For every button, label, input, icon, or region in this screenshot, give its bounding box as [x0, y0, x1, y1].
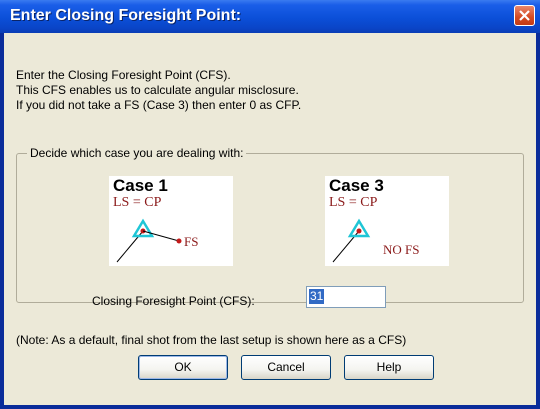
- ok-button[interactable]: OK: [138, 355, 228, 380]
- default-note: (Note: As a default, final shot from the…: [16, 333, 407, 347]
- title-bar[interactable]: Enter Closing Foresight Point:: [0, 0, 540, 33]
- case-1-fs-label: FS: [184, 234, 199, 249]
- intro-text: Enter the Closing Foresight Point (CFS).…: [16, 68, 301, 113]
- groupbox-label: Decide which case you are dealing with:: [27, 146, 247, 160]
- dialog-window: Enter Closing Foresight Point: Enter the…: [0, 0, 540, 409]
- cfs-input[interactable]: 31: [306, 286, 386, 308]
- cfs-label: Closing Foresight Point (CFS):: [92, 294, 255, 308]
- case-1-diagram: Case 1 LS = CP FS: [109, 176, 233, 266]
- intro-line-1: Enter the Closing Foresight Point (CFS).: [16, 68, 231, 82]
- close-icon: [519, 10, 530, 21]
- dialog-title: Enter Closing Foresight Point:: [10, 7, 242, 24]
- case-3-diagram: Case 3 LS = CP NO FS: [325, 176, 449, 266]
- case-1-subtitle: LS = CP: [113, 195, 162, 210]
- case-3-title: Case 3: [329, 176, 384, 195]
- cancel-button[interactable]: Cancel: [241, 355, 331, 380]
- case-3-nofs-label: NO FS: [383, 242, 420, 257]
- case-1-title: Case 1: [113, 176, 168, 195]
- intro-line-2: This CFS enables us to calculate angular…: [16, 83, 299, 97]
- intro-line-3: If you did not take a FS (Case 3) then e…: [16, 98, 302, 112]
- help-button[interactable]: Help: [344, 355, 434, 380]
- close-button[interactable]: [514, 5, 535, 26]
- case-groupbox: Decide which case you are dealing with: …: [16, 146, 524, 303]
- dialog-body: Enter the Closing Foresight Point (CFS).…: [4, 33, 536, 405]
- cfs-input-value[interactable]: 31: [309, 289, 325, 304]
- case-3-subtitle: LS = CP: [329, 195, 378, 210]
